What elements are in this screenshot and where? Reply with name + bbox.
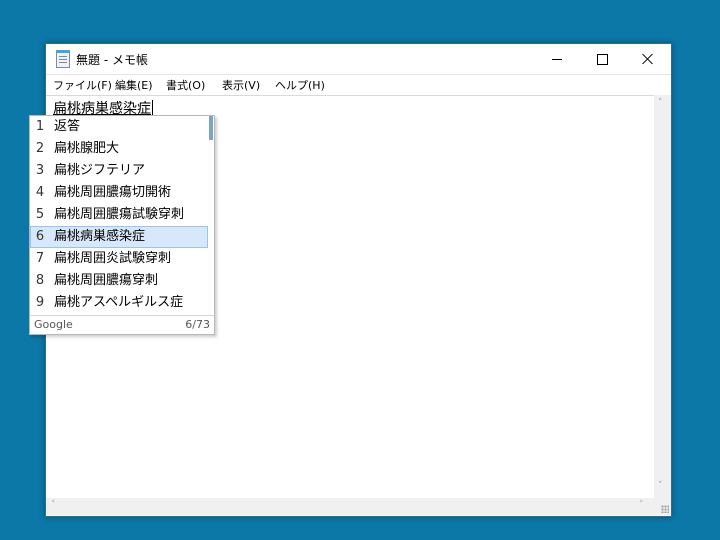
menu-bar: ファイル(F) 編集(E) 書式(O) 表示(V) ヘルプ(H): [46, 75, 671, 94]
candidate-item[interactable]: 9 扁桃アスペルギルス症: [30, 292, 208, 314]
candidate-item[interactable]: 2 扁桃腺肥大: [30, 138, 208, 160]
candidate-text: 扁桃周囲膿瘍切開術: [54, 185, 172, 200]
candidate-item[interactable]: 8 扁桃周囲膿瘍穿刺: [30, 270, 208, 292]
candidate-item[interactable]: 5 扁桃周囲膿瘍試験穿刺: [30, 204, 208, 226]
menu-help[interactable]: ヘルプ(H): [275, 77, 325, 93]
candidate-number: 9: [35, 295, 45, 310]
candidate-number: 8: [35, 273, 45, 288]
title-bar[interactable]: 無題 - メモ帳: [46, 44, 671, 75]
candidate-text: 扁桃ジフテリア: [54, 163, 146, 178]
candidate-number: 4: [35, 185, 45, 200]
candidate-text: 扁桃アスペルギルス症: [54, 295, 184, 310]
resize-grip-icon: [661, 505, 669, 513]
scroll-left-icon[interactable]: ˂: [51, 500, 56, 510]
scroll-up-icon[interactable]: ˄: [658, 98, 663, 108]
menu-format[interactable]: 書式(O): [166, 77, 205, 93]
minimize-button[interactable]: [534, 44, 580, 74]
candidate-scroll-thumb[interactable]: [209, 116, 213, 140]
vertical-scrollbar[interactable]: ˄ ˅: [654, 95, 671, 498]
candidate-text: 扁桃周囲膿瘍穿刺: [54, 273, 159, 288]
candidate-number: 7: [35, 251, 45, 266]
notepad-icon[interactable]: [56, 50, 70, 68]
candidate-list: 1 返答 2 扁桃腺肥大 3 扁桃ジフテリア 4 扁桃周囲膿瘍切開術 5 扁桃周囲膿瘍試験穿刺 6 扁…: [30, 116, 208, 314]
close-icon: [642, 53, 654, 65]
menu-edit[interactable]: 編集(E): [115, 77, 153, 93]
candidate-item[interactable]: 6 扁桃病巣感染症: [30, 226, 208, 248]
candidate-text: 返答: [54, 119, 81, 134]
candidate-text: 扁桃周囲炎試験穿刺: [54, 251, 172, 266]
candidate-number: 3: [35, 163, 45, 178]
size-grip[interactable]: [654, 498, 671, 515]
candidate-item[interactable]: 7 扁桃周囲炎試験穿刺: [30, 248, 208, 270]
candidate-number: 2: [35, 141, 45, 156]
candidate-count: 6/73: [185, 318, 210, 331]
menu-file[interactable]: ファイル(F): [53, 77, 112, 93]
horizontal-scrollbar[interactable]: ˂ ˃: [46, 498, 654, 515]
candidate-number: 5: [35, 207, 45, 222]
candidate-item[interactable]: 3 扁桃ジフテリア: [30, 160, 208, 182]
maximize-icon: [596, 53, 608, 65]
candidate-number: 1: [35, 119, 45, 134]
candidate-text: 扁桃病巣感染症: [54, 229, 146, 244]
candidate-text: 扁桃腺肥大: [54, 141, 120, 156]
close-button[interactable]: [625, 44, 671, 74]
window-title: 無題 - メモ帳: [76, 53, 148, 67]
scroll-down-icon[interactable]: ˅: [658, 481, 663, 491]
candidate-number: 6: [35, 229, 45, 244]
candidate-item[interactable]: 1 返答: [30, 116, 208, 138]
ime-candidate-window: 1 返答 2 扁桃腺肥大 3 扁桃ジフテリア 4 扁桃周囲膿瘍切開術 5 扁桃周囲膿瘍試験穿刺 6 扁…: [29, 115, 215, 335]
candidate-text: 扁桃周囲膿瘍試験穿刺: [54, 207, 185, 222]
ime-brand: Google: [34, 318, 73, 331]
text-caret: [152, 100, 153, 116]
minimize-icon: [552, 58, 562, 60]
candidate-item[interactable]: 4 扁桃周囲膿瘍切開術: [30, 182, 208, 204]
scroll-right-icon[interactable]: ˃: [639, 500, 644, 510]
candidate-footer: Google 6/73: [30, 315, 214, 334]
maximize-button[interactable]: [579, 44, 625, 74]
menu-view[interactable]: 表示(V): [222, 77, 260, 93]
